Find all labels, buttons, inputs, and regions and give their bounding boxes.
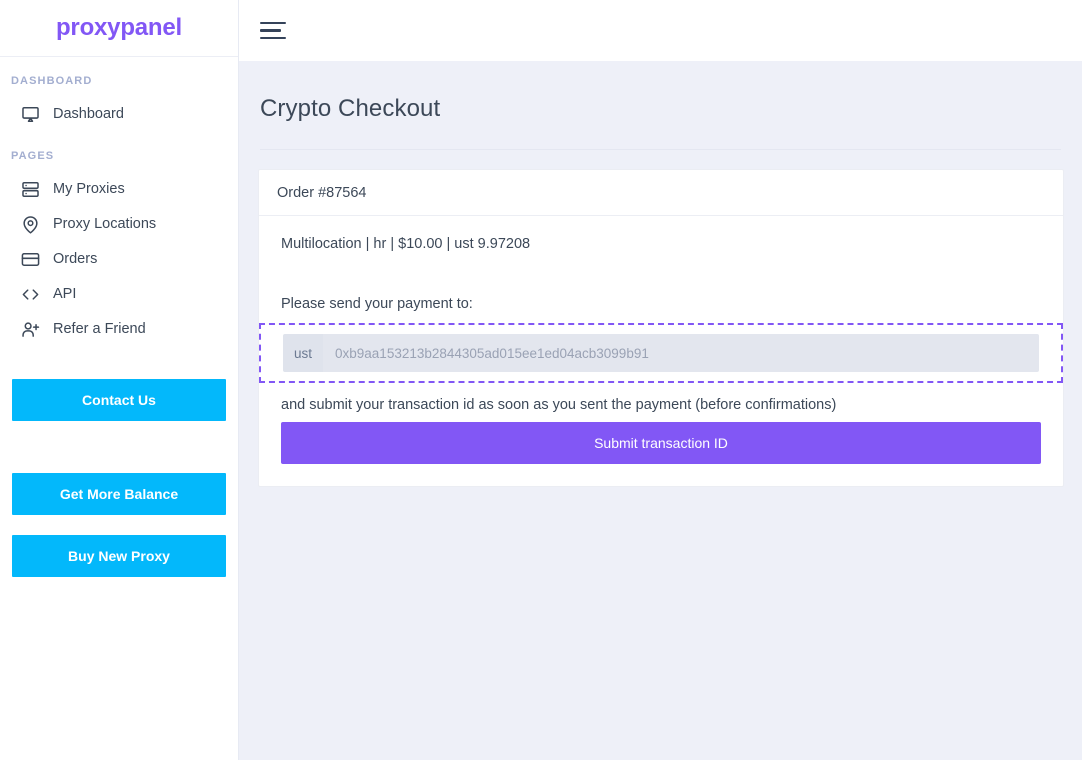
sidebar: proxypanel DASHBOARD Dashboard PAGES My … xyxy=(0,0,239,760)
hamburger-line xyxy=(260,21,286,25)
payment-address-input[interactable] xyxy=(323,334,1039,372)
payment-address-input-group: ust xyxy=(283,334,1039,372)
sidebar-item-api[interactable]: API xyxy=(0,277,238,312)
content-area: Order #87564 Multilocation | hr | $10.00… xyxy=(239,150,1082,487)
nav-group-dashboard: DASHBOARD Dashboard xyxy=(0,75,238,132)
sidebar-item-label: Dashboard xyxy=(53,106,124,123)
sidebar-item-label: My Proxies xyxy=(53,181,125,198)
order-card: Order #87564 Multilocation | hr | $10.00… xyxy=(258,169,1064,487)
sidebar-item-label: Proxy Locations xyxy=(53,216,157,233)
brand-logo[interactable]: proxypanel xyxy=(0,0,238,57)
credit-card-icon xyxy=(21,250,40,269)
order-card-header: Order #87564 xyxy=(259,170,1063,216)
nav-section-label-pages: PAGES xyxy=(11,150,55,162)
contact-us-button[interactable]: Contact Us xyxy=(12,379,226,421)
sidebar-actions: Contact Us Get More Balance Buy New Prox… xyxy=(0,379,238,577)
main-content: Crypto Checkout Order #87564 Multilocati… xyxy=(239,0,1082,760)
sidebar-item-label: Orders xyxy=(53,251,98,268)
hamburger-icon[interactable] xyxy=(260,20,286,42)
payment-instruction-label: Please send your payment to: xyxy=(281,296,473,312)
submit-transaction-id-button[interactable]: Submit transaction ID xyxy=(281,422,1041,464)
page-header: Crypto Checkout xyxy=(239,61,1082,123)
page-title: Crypto Checkout xyxy=(260,95,441,122)
sidebar-nav: DASHBOARD Dashboard PAGES My Proxies Pro… xyxy=(0,57,238,361)
sidebar-item-dashboard[interactable]: Dashboard xyxy=(0,97,238,132)
nav-section-label-dashboard: DASHBOARD xyxy=(11,75,93,87)
sidebar-item-my-proxies[interactable]: My Proxies xyxy=(0,172,238,207)
brand-text: proxypanel xyxy=(55,14,183,41)
topbar xyxy=(239,0,1082,61)
code-icon xyxy=(21,285,40,304)
sidebar-item-proxy-locations[interactable]: Proxy Locations xyxy=(0,207,238,242)
app-root: proxypanel DASHBOARD Dashboard PAGES My … xyxy=(0,0,1082,760)
sidebar-item-orders[interactable]: Orders xyxy=(0,242,238,277)
sidebar-item-label: API xyxy=(53,286,77,303)
server-icon xyxy=(21,180,40,199)
map-pin-icon xyxy=(21,215,40,234)
order-card-body: Multilocation | hr | $10.00 | ust 9.9720… xyxy=(259,216,1063,486)
monitor-icon xyxy=(21,105,40,124)
payment-address-focus-outline: ust xyxy=(259,323,1063,383)
submit-note: and submit your transaction id as soon a… xyxy=(281,397,837,413)
buy-new-proxy-button[interactable]: Buy New Proxy xyxy=(12,535,226,577)
sidebar-item-label: Refer a Friend xyxy=(53,321,146,338)
nav-group-pages: PAGES My Proxies Proxy Locations Orders … xyxy=(0,150,238,347)
hamburger-line xyxy=(260,29,281,32)
order-summary: Multilocation | hr | $10.00 | ust 9.9720… xyxy=(281,236,531,252)
get-more-balance-button[interactable]: Get More Balance xyxy=(12,473,226,515)
hamburger-line xyxy=(260,36,286,40)
user-plus-icon xyxy=(21,320,40,339)
sidebar-item-refer-a-friend[interactable]: Refer a Friend xyxy=(0,312,238,347)
currency-prefix-label: ust xyxy=(283,334,324,372)
